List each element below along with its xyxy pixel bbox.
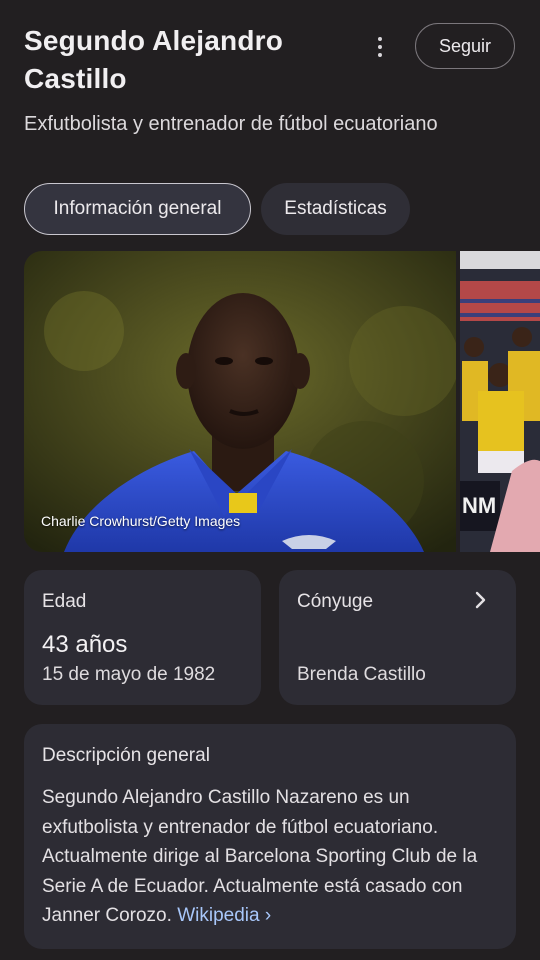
tab-overview[interactable]: Información general	[24, 183, 251, 235]
chevron-right-icon[interactable]	[470, 590, 490, 610]
age-value: 43 años	[42, 631, 128, 658]
tab-stats[interactable]: Estadísticas	[261, 183, 410, 235]
follow-button[interactable]: Seguir	[415, 23, 515, 69]
wikipedia-link[interactable]: Wikipedia ›	[177, 905, 271, 926]
spouse-name[interactable]: Brenda Castillo	[297, 664, 426, 686]
svg-text:NM: NM	[462, 493, 496, 518]
birth-date: 15 de mayo de 1982	[42, 664, 216, 685]
description-heading: Descripción general	[42, 745, 210, 766]
page-title: Segundo Alejandro Castillo	[24, 25, 284, 94]
wikipedia-link-chevron[interactable]: ›	[265, 905, 271, 926]
wikipedia-link-label[interactable]: Wikipedia	[177, 905, 259, 926]
more-vert-icon[interactable]	[368, 32, 392, 62]
profile-photo[interactable]	[24, 251, 456, 552]
spouse-label: Cónyuge	[297, 591, 374, 612]
entity-subtitle: Exfutbolista y entrenador de fútbol ecua…	[24, 113, 438, 135]
team-photo[interactable]: NM	[460, 251, 540, 552]
photo-credit: Charlie Crowhurst/Getty Images	[41, 513, 241, 529]
age-label: Edad	[42, 591, 87, 612]
description-text: Segundo Alejandro Castillo Nazareno es u…	[42, 783, 506, 931]
